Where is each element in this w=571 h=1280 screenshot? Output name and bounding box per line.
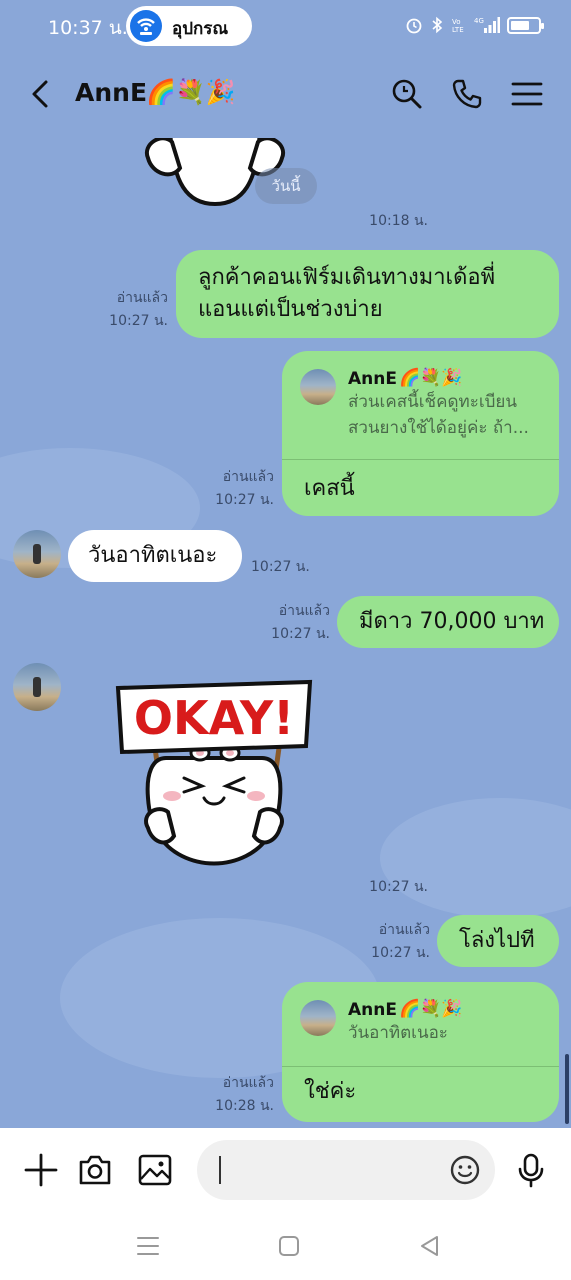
message-time: 10:27 น.: [109, 313, 168, 329]
camera-icon[interactable]: [77, 1152, 113, 1188]
quoted-avatar: [300, 369, 336, 405]
image-icon[interactable]: [137, 1152, 173, 1188]
message-text: มีดาว 70,000 บาท: [359, 609, 545, 634]
quoted-text-line: ส่วนเคสนี้เช็คดูทะเบียน: [348, 392, 518, 412]
message-text: วันอาทิตเนอะ: [88, 543, 218, 568]
outgoing-reply-bubble[interactable]: AnnE 🌈💐🎉 ส่วนเคสนี้เช็คดูทะเบียน สวนยางใ…: [282, 351, 559, 516]
scrollbar[interactable]: [565, 1054, 569, 1124]
status-icons: Vo LTE 4G: [405, 14, 544, 36]
system-nav-bar: [0, 1212, 571, 1280]
sender-avatar[interactable]: [13, 530, 61, 578]
battery-level: [511, 20, 529, 30]
search-icon[interactable]: [389, 76, 425, 112]
okay-sticker[interactable]: OKAY!: [112, 678, 316, 892]
quoted-text: ส่วนเคสนี้เช็คดูทะเบียน สวนยางใช้ได้อยู่…: [348, 389, 548, 441]
phone-icon[interactable]: [449, 76, 485, 112]
quoted-avatar: [300, 1000, 336, 1036]
quoted-text-line: สวนยางใช้ได้อยู่ค่ะ ถ้า...: [348, 418, 529, 438]
chat-title: AnnE: [75, 78, 148, 107]
outgoing-message-bubble[interactable]: มีดาว 70,000 บาท: [337, 596, 559, 648]
message-time: 10:27 น.: [369, 879, 428, 895]
chat-header: AnnE 🌈💐🎉: [0, 50, 571, 138]
microphone-icon[interactable]: [513, 1152, 549, 1188]
text-cursor: [219, 1156, 221, 1184]
message-time: 10:27 น.: [271, 626, 330, 642]
menu-icon[interactable]: [509, 76, 545, 112]
svg-text:LTE: LTE: [452, 26, 464, 34]
quote-divider: [282, 459, 559, 460]
chat-title-emoji: 🌈💐🎉: [146, 78, 236, 106]
plus-icon[interactable]: [23, 1152, 59, 1188]
message-input-bar: [0, 1128, 571, 1212]
message-text: เคสนี้: [304, 476, 355, 501]
home-icon[interactable]: [277, 1234, 301, 1258]
outgoing-message-bubble[interactable]: ลูกค้าคอนเฟิร์มเดินทางมาเด้อพี่ แอนแต่เป…: [176, 250, 559, 338]
bluetooth-icon: [432, 16, 443, 34]
recent-apps-icon[interactable]: [136, 1234, 160, 1258]
okay-sign-text: OKAY!: [134, 691, 294, 745]
device-pill-label: อุปกรณ: [172, 19, 229, 39]
svg-text:Vo: Vo: [452, 18, 461, 26]
message-time: 10:27 น.: [251, 559, 310, 575]
message-time: 10:27 น.: [215, 492, 274, 508]
back-arrow-icon[interactable]: [26, 76, 58, 112]
read-receipt: อ่านแล้ว: [222, 1075, 274, 1091]
background-cloud: [380, 798, 571, 918]
date-separator: วันนี้: [255, 168, 317, 204]
status-time: 10:37 น.: [48, 17, 128, 39]
smiley-icon[interactable]: [449, 1154, 481, 1186]
incoming-message-bubble[interactable]: วันอาทิตเนอะ: [68, 530, 242, 582]
read-receipt: อ่านแล้ว: [278, 603, 330, 619]
wifi-device-icon: [130, 10, 162, 42]
quoted-text: วันอาทิตเนอะ: [348, 1020, 548, 1046]
outgoing-reply-bubble[interactable]: AnnE 🌈💐🎉 วันอาทิตเนอะ ใช่ค่ะ: [282, 982, 559, 1122]
sender-avatar[interactable]: [13, 663, 61, 711]
signal-icon: 4G: [474, 17, 500, 33]
read-receipt: อ่านแล้ว: [116, 290, 168, 306]
svg-text:4G: 4G: [474, 17, 484, 25]
quoted-message[interactable]: AnnE 🌈💐🎉 ส่วนเคสนี้เช็คดูทะเบียน สวนยางใ…: [282, 351, 559, 459]
chat-area[interactable]: วันนี้ 10:18 น. อ่านแล้ว 10:27 น. ลูกค้า…: [0, 138, 571, 1128]
alarm-icon: [406, 18, 422, 34]
quoted-text-line: วันอาทิตเนอะ: [348, 1023, 448, 1043]
status-bar: 10:37 น. อุปกรณ Vo LTE 4G: [0, 0, 571, 50]
message-text-line: ลูกค้าคอนเฟิร์มเดินทางมาเด้อพี่: [198, 265, 496, 290]
volte-icon: VoLTE: [452, 18, 464, 34]
message-text: ใช่ค่ะ: [304, 1079, 357, 1104]
device-pill[interactable]: อุปกรณ: [126, 6, 252, 46]
message-time: 10:28 น.: [215, 1098, 274, 1114]
read-receipt: อ่านแล้ว: [222, 469, 274, 485]
message-time: 10:27 น.: [371, 945, 430, 961]
back-nav-icon[interactable]: [418, 1234, 442, 1258]
outgoing-message-bubble[interactable]: โล่งไปที: [437, 915, 559, 967]
quoted-message[interactable]: AnnE 🌈💐🎉 วันอาทิตเนอะ: [282, 982, 559, 1066]
quote-divider: [282, 1066, 559, 1067]
message-text-line: แอนแต่เป็นช่วงบ่าย: [198, 297, 383, 322]
message-time: 10:18 น.: [369, 213, 428, 229]
message-input[interactable]: [197, 1140, 495, 1200]
message-text: โล่งไปที: [459, 928, 535, 953]
read-receipt: อ่านแล้ว: [378, 922, 430, 938]
battery-icon: [507, 16, 544, 34]
